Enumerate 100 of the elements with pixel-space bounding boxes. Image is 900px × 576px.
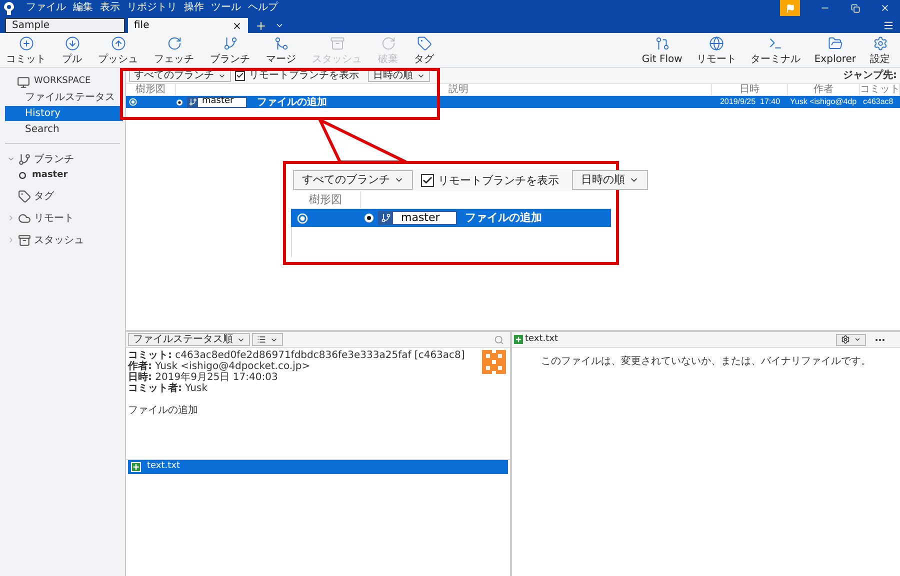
toolbar-button[interactable]: タグ (410, 33, 438, 67)
restore-icon (850, 4, 860, 12)
caret-icon (854, 336, 861, 343)
file-row[interactable]: text.txt (128, 460, 508, 474)
commit-message: ファイルの追加 (128, 405, 199, 416)
cloud-icon (18, 212, 31, 224)
toolbar-button[interactable]: Explorer (810, 33, 860, 67)
section-heading: WORKSPACE (34, 75, 91, 88)
column-header: コミット (860, 84, 900, 95)
toolbar-button[interactable]: プル (58, 33, 86, 67)
branch-icon (381, 213, 391, 223)
search-icon[interactable] (494, 334, 504, 344)
settings-dropdown[interactable] (836, 334, 866, 346)
file-name: text.txt (525, 332, 558, 346)
caret-icon (275, 21, 284, 30)
close-icon (880, 3, 890, 13)
author-cell-text: Yusk <ishigo@4dp (789, 96, 858, 108)
diff-message: このファイルは、変更されていないか、または、バイナリファイルです。 (540, 354, 872, 369)
checkbox-label: リモートブランチを表示 (249, 69, 360, 82)
branch-filter-dropdown[interactable]: すべてのブランチ (293, 170, 413, 190)
up-arrow-circle-icon (110, 36, 126, 50)
column-header: 樹形図 (291, 191, 361, 208)
sidebar-section[interactable]: リモート (34, 210, 74, 226)
toolbar-button[interactable]: ターミナル (746, 33, 804, 67)
menu-item[interactable]: 操作 (184, 1, 204, 15)
commit-row[interactable]: master ファイルの追加 (291, 209, 611, 227)
sidebar-item[interactable]: History (5, 106, 123, 121)
plus-icon (255, 20, 267, 32)
settings-icon (841, 335, 850, 344)
branch-label: master (187, 96, 247, 108)
commit-description: ファイルの追加 (256, 96, 327, 110)
commit-row[interactable]: master ファイルの追加 2019/9/25 17:40 Yusk <ishigo@4dp c463ac8 (126, 96, 900, 108)
box-icon (18, 234, 31, 246)
commit-detail-line: コミット者: Yusk (128, 383, 208, 394)
menu-item[interactable]: リポジトリ (127, 1, 177, 15)
menu-item[interactable]: 表示 (100, 1, 120, 15)
menu-item[interactable]: 編集 (73, 1, 93, 15)
toolbar-button[interactable]: フェッチ (150, 33, 198, 67)
repository-tab[interactable]: file (128, 18, 248, 33)
menu-item[interactable]: ツール (211, 1, 241, 15)
list-icon (257, 335, 266, 344)
commit-node-icon (364, 213, 374, 223)
menu-item[interactable]: ヘルプ (248, 1, 278, 15)
jump-label: ジャンプ先: (843, 68, 897, 83)
sidebar-item[interactable]: Search (5, 122, 123, 137)
file-name: text.txt (147, 460, 180, 474)
sidebar-section[interactable]: スタッシュ (34, 232, 84, 248)
toolbar-button[interactable]: Git Flow (638, 33, 686, 67)
branch-icon (222, 36, 238, 50)
toolbar-button[interactable]: コミット (2, 33, 50, 67)
flow-icon (654, 36, 670, 50)
menu-item[interactable]: ファイル (26, 1, 66, 15)
commit-node-icon (176, 98, 183, 106)
repository-tab[interactable]: Sample (5, 18, 125, 33)
sort-dropdown[interactable]: ファイルステータス順 (128, 333, 250, 346)
commit-detail-line: 作者: Yusk <ishigo@4dpocket.co.jp> (128, 361, 312, 372)
plus-circle-icon (18, 36, 34, 50)
sort-dropdown[interactable]: 日時の順 (572, 170, 648, 190)
commit-description: ファイルの追加 (464, 210, 542, 226)
terminal-icon (768, 36, 783, 50)
column-header: 樹形図 (126, 84, 176, 95)
tag-icon (18, 190, 31, 202)
commit-detail-line: 日時: 2019年9月25日 17:40:03 (128, 372, 279, 383)
branch-icon (18, 152, 31, 166)
down-arrow-circle-icon (64, 36, 80, 50)
checkbox[interactable] (235, 70, 245, 80)
sidebar-section[interactable]: タグ (34, 188, 54, 204)
branch-item[interactable]: master (32, 168, 68, 182)
monitor-icon (17, 76, 30, 88)
radio-icon (129, 98, 137, 106)
toolbar-button[interactable]: プッシュ (94, 33, 142, 67)
radio-icon (297, 212, 308, 224)
checkbox-label: リモートブランチを表示 (438, 174, 560, 186)
folder-icon (828, 36, 843, 50)
merge-icon (274, 36, 288, 50)
tag-icon (416, 36, 432, 50)
toolbar-button[interactable]: ブランチ (206, 33, 254, 67)
date-cell-text: 2019/9/25 17:40 (718, 96, 782, 108)
menu-icon[interactable] (883, 20, 894, 31)
chevron-icon[interactable] (7, 155, 15, 163)
commit-cell-text: c463ac8 (862, 96, 894, 108)
toolbar-button[interactable]: マージ (262, 33, 300, 67)
refresh-icon (380, 36, 396, 50)
branch-label: master (378, 211, 457, 225)
toolbar-button[interactable]: 設定 (866, 33, 894, 67)
column-header: 説明 (176, 84, 712, 95)
toolbar-button[interactable]: リモート (692, 33, 740, 67)
column-header: 日時 (712, 84, 788, 95)
sidebar-section[interactable]: ブランチ (34, 152, 74, 166)
column-header: 作者 (788, 84, 860, 95)
branch-dot-icon (19, 172, 26, 179)
flag-icon (786, 4, 794, 12)
checkbox[interactable] (421, 174, 434, 186)
globe-icon (708, 36, 724, 50)
close-tab-icon[interactable] (232, 20, 242, 30)
sidebar-item[interactable]: ファイルステータス (5, 90, 123, 105)
settings-icon (872, 36, 888, 50)
avatar-icon (482, 350, 506, 374)
branch-icon (189, 98, 197, 106)
view-dropdown[interactable] (252, 333, 283, 346)
